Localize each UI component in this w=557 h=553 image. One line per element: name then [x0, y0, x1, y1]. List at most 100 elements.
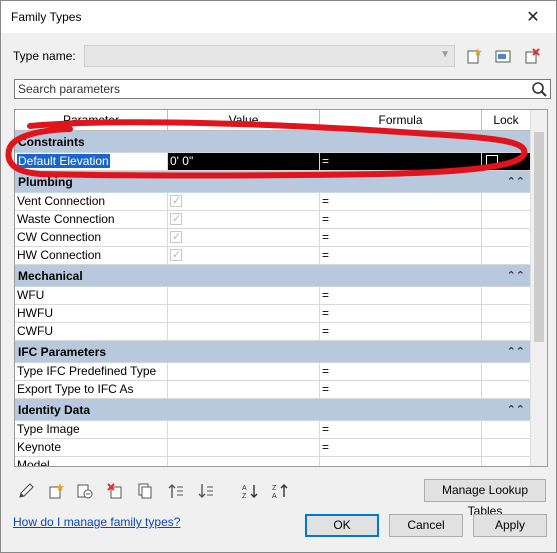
table-row[interactable]: Type Image = — [15, 421, 531, 439]
lock-checkbox[interactable] — [486, 155, 498, 167]
lock-cell[interactable] — [482, 363, 531, 380]
copy-icon — [138, 483, 152, 499]
column-header-value[interactable]: Value — [168, 110, 320, 130]
lock-cell[interactable] — [482, 323, 531, 340]
collapse-icon[interactable]: ⌃⌃ — [507, 175, 525, 188]
table-row[interactable]: CW Connection = — [15, 229, 531, 247]
group-header-constraints[interactable]: Constraints — [15, 131, 531, 153]
group-header-mechanical[interactable]: Mechanical ⌃⌃ — [15, 265, 531, 287]
lock-cell[interactable] — [482, 229, 531, 246]
lock-cell[interactable] — [482, 153, 531, 170]
table-row[interactable]: CWFU = — [15, 323, 531, 341]
lock-cell[interactable] — [482, 305, 531, 322]
formula-cell[interactable]: = — [320, 229, 482, 246]
formula-cell[interactable]: = — [320, 381, 482, 398]
scrollbar-thumb[interactable] — [534, 132, 544, 342]
lock-cell[interactable] — [482, 421, 531, 438]
sort-descending-icon: ZA — [272, 484, 288, 500]
manage-lookup-tables-button[interactable]: Manage Lookup Tables — [424, 479, 546, 518]
lock-cell[interactable] — [482, 287, 531, 304]
table-row[interactable]: Default Elevation 0' 0" = — [15, 153, 531, 171]
formula-cell[interactable]: = — [320, 153, 482, 170]
sort-ascending-icon: AZ — [242, 485, 258, 500]
formula-cell[interactable]: = — [320, 439, 482, 456]
delete-parameter-button[interactable] — [104, 480, 126, 502]
table-row[interactable]: Waste Connection = — [15, 211, 531, 229]
ok-button[interactable]: OK — [305, 514, 379, 537]
move-down-button[interactable] — [195, 480, 217, 502]
column-header-lock[interactable]: Lock — [482, 110, 531, 130]
search-input[interactable]: Search parameters — [14, 79, 551, 99]
parameters-grid: Parameter Value Formula Lock Constraints… — [14, 109, 548, 467]
table-row[interactable]: Vent Connection = — [15, 193, 531, 211]
value-cell[interactable] — [168, 439, 320, 456]
new-parameter-button[interactable] — [45, 480, 67, 502]
formula-cell[interactable]: = — [320, 363, 482, 380]
param-cell: Type IFC Predefined Type — [15, 363, 168, 380]
rename-type-button[interactable] — [492, 45, 514, 67]
collapse-icon[interactable]: ⌃⌃ — [507, 345, 525, 358]
column-header-formula[interactable]: Formula — [320, 110, 482, 130]
delete-type-button[interactable] — [521, 45, 543, 67]
param-cell[interactable]: Default Elevation — [15, 153, 168, 170]
value-cell[interactable] — [168, 305, 320, 322]
column-header-parameter[interactable]: Parameter — [15, 110, 168, 130]
formula-cell[interactable]: = — [320, 287, 482, 304]
value-cell[interactable] — [168, 421, 320, 438]
table-row[interactable]: Type IFC Predefined Type = — [15, 363, 531, 381]
formula-cell[interactable]: = — [320, 211, 482, 228]
group-name: Mechanical — [18, 268, 83, 283]
value-cell[interactable] — [168, 211, 320, 228]
sort-descending-button[interactable]: ZA — [269, 480, 291, 502]
value-cell[interactable] — [168, 381, 320, 398]
lock-cell[interactable] — [482, 457, 531, 466]
table-row[interactable]: WFU = — [15, 287, 531, 305]
table-row[interactable]: HW Connection = — [15, 247, 531, 265]
move-up-button[interactable] — [165, 480, 187, 502]
formula-cell[interactable] — [320, 457, 482, 466]
value-cell[interactable] — [168, 457, 320, 466]
help-link[interactable]: How do I manage family types? — [13, 515, 180, 529]
type-name-dropdown[interactable]: ▼ — [84, 45, 455, 67]
copy-parameter-button[interactable] — [134, 480, 156, 502]
collapse-icon[interactable]: ⌃⌃ — [507, 269, 525, 282]
grid-header: Parameter Value Formula Lock — [15, 110, 531, 131]
formula-cell[interactable]: = — [320, 305, 482, 322]
value-checkbox[interactable] — [170, 193, 182, 210]
cancel-button[interactable]: Cancel — [389, 514, 463, 537]
collapse-icon[interactable]: ⌃⌃ — [507, 403, 525, 416]
formula-cell[interactable]: = — [320, 421, 482, 438]
shared-parameter-button[interactable] — [74, 480, 96, 502]
formula-cell[interactable]: = — [320, 193, 482, 210]
grid-vertical-scrollbar[interactable] — [530, 110, 547, 466]
group-header-identity-data[interactable]: Identity Data ⌃⌃ — [15, 399, 531, 421]
value-checkbox[interactable] — [170, 247, 182, 264]
lock-cell[interactable] — [482, 211, 531, 228]
formula-cell[interactable]: = — [320, 323, 482, 340]
apply-button[interactable]: Apply — [473, 514, 547, 537]
new-type-button[interactable] — [463, 45, 485, 67]
lock-cell[interactable] — [482, 439, 531, 456]
lock-cell[interactable] — [482, 381, 531, 398]
group-header-ifc-parameters[interactable]: IFC Parameters ⌃⌃ — [15, 341, 531, 363]
value-checkbox[interactable] — [170, 211, 182, 228]
value-cell[interactable] — [168, 229, 320, 246]
group-header-plumbing[interactable]: Plumbing ⌃⌃ — [15, 171, 531, 193]
lock-cell[interactable] — [482, 193, 531, 210]
formula-cell[interactable]: = — [320, 247, 482, 264]
table-row[interactable]: HWFU = — [15, 305, 531, 323]
value-cell[interactable] — [168, 363, 320, 380]
table-row[interactable]: Export Type to IFC As = — [15, 381, 531, 399]
close-icon[interactable]: ✕ — [510, 1, 556, 33]
value-checkbox[interactable] — [170, 229, 182, 246]
edit-formula-button[interactable] — [15, 480, 37, 502]
lock-cell[interactable] — [482, 247, 531, 264]
table-row[interactable]: Keynote = — [15, 439, 531, 457]
value-cell[interactable] — [168, 193, 320, 210]
table-row[interactable]: Model — [15, 457, 531, 466]
value-cell[interactable] — [168, 287, 320, 304]
sort-ascending-button[interactable]: AZ — [239, 480, 261, 502]
value-cell[interactable]: 0' 0" — [168, 153, 320, 170]
value-cell[interactable] — [168, 323, 320, 340]
value-cell[interactable] — [168, 247, 320, 264]
